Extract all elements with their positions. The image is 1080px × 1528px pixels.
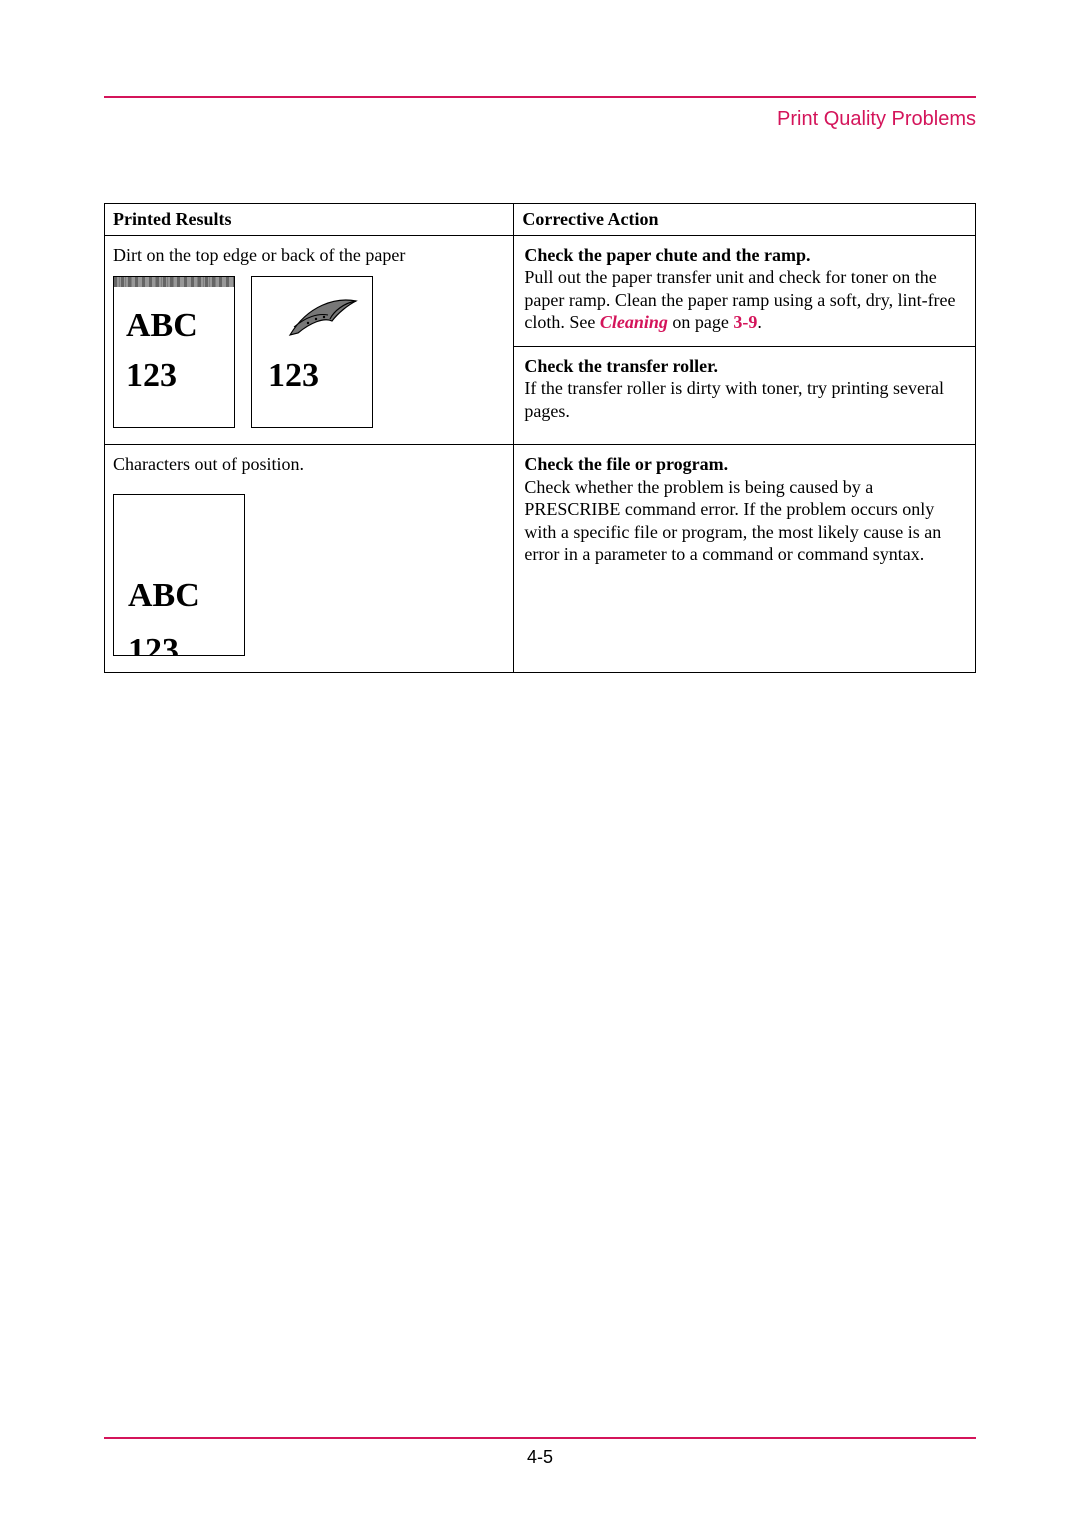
action-cell-dirt: Check the paper chute and the ramp. Pull…	[514, 235, 976, 445]
section-title: Print Quality Problems	[777, 108, 976, 131]
table-row: Dirt on the top edge or back of the pape…	[105, 235, 976, 445]
page-footer: 4-5	[104, 1437, 976, 1468]
action-body: Check whether the problem is being cause…	[524, 477, 941, 565]
sample-page-misaligned-icon: ABC 123	[113, 494, 245, 656]
sample-text-line-offscreen: 123	[128, 630, 179, 656]
xref-pageref[interactable]: 3-9	[733, 312, 757, 332]
sample-page-dirty-back-icon: 123	[251, 276, 373, 428]
dirt-strip-icon	[114, 277, 234, 287]
results-cell-dirt: Dirt on the top edge or back of the pape…	[105, 235, 514, 445]
action-title: Check the file or program.	[524, 454, 728, 474]
action-block: Check the paper chute and the ramp. Pull…	[514, 236, 975, 347]
smudge-curl-icon	[288, 295, 358, 339]
table-row: Characters out of position. ABC 123 Chec…	[105, 445, 976, 673]
illustration-row: ABC 123 123	[113, 276, 505, 428]
document-page: Print Quality Problems Printed Results C…	[0, 0, 1080, 1528]
action-body: If the transfer roller is dirty with ton…	[524, 378, 944, 421]
period: .	[757, 312, 762, 332]
results-description: Characters out of position.	[113, 453, 505, 476]
th-printed-results: Printed Results	[105, 204, 514, 236]
xref-link[interactable]: Cleaning	[600, 312, 668, 332]
action-title: Check the transfer roller.	[524, 356, 718, 376]
sample-text-line: 123	[126, 355, 177, 398]
top-rule	[104, 96, 976, 98]
sample-text-line: ABC	[126, 305, 198, 348]
action-block: Check the transfer roller. If the transf…	[514, 347, 975, 435]
action-block: Check the file or program. Check whether…	[514, 445, 975, 578]
action-body-part: on page	[672, 312, 733, 332]
bottom-rule	[104, 1437, 976, 1439]
table-header-row: Printed Results Corrective Action	[105, 204, 976, 236]
sample-page-dirty-top-icon: ABC 123	[113, 276, 235, 428]
results-cell-misaligned: Characters out of position. ABC 123	[105, 445, 514, 673]
sample-text-line: 123	[268, 355, 319, 398]
page-header: Print Quality Problems	[104, 108, 976, 131]
troubleshoot-table: Printed Results Corrective Action Dirt o…	[104, 203, 976, 673]
th-corrective-action: Corrective Action	[514, 204, 976, 236]
sample-text-line: ABC	[128, 575, 200, 618]
results-description: Dirt on the top edge or back of the pape…	[113, 244, 505, 267]
page-number: 4-5	[104, 1447, 976, 1468]
action-title: Check the paper chute and the ramp.	[524, 245, 810, 265]
action-cell-misaligned: Check the file or program. Check whether…	[514, 445, 976, 673]
